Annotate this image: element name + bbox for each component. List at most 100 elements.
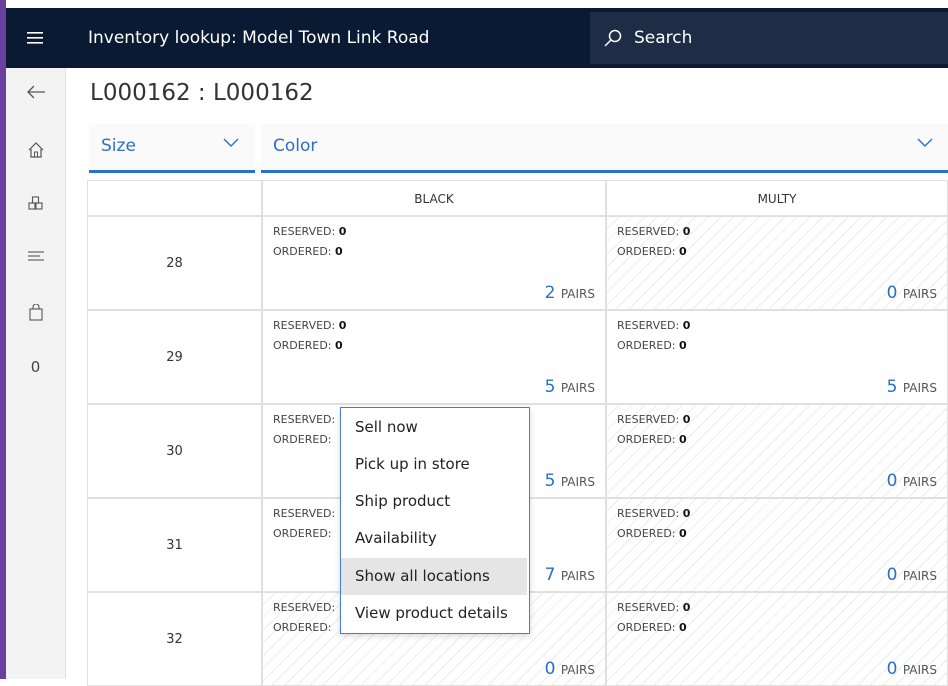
hamburger-icon xyxy=(27,32,43,44)
ordered-value: 0 xyxy=(335,245,343,258)
pairs-unit: PAIRS xyxy=(560,381,595,395)
pairs-value: 0 xyxy=(544,659,556,679)
inventory-cell[interactable]: RESERVED: 0 ORDERED: 0 5 PAIRS xyxy=(606,310,948,404)
back-button[interactable] xyxy=(6,72,65,112)
pairs-count: 5 PAIRS xyxy=(887,377,937,397)
reserved-value: 0 xyxy=(338,225,347,238)
ordered-label: ORDERED: xyxy=(273,433,332,446)
size-cell: 29 xyxy=(87,310,262,404)
reserved-label: RESERVED: xyxy=(617,507,680,520)
ordered-line: ORDERED: xyxy=(273,621,332,634)
context-menu: Sell now Pick up in store Ship product A… xyxy=(340,407,530,634)
menu-item-pick-up-in-store[interactable]: Pick up in store xyxy=(341,446,527,483)
left-nav: 0 xyxy=(6,68,66,679)
size-header[interactable]: Size xyxy=(89,124,255,173)
reserved-value: 0 xyxy=(682,601,691,614)
list-button[interactable] xyxy=(6,236,65,276)
ordered-line: ORDERED: xyxy=(273,527,332,540)
reserved-line: RESERVED: 0 xyxy=(617,225,690,238)
chevron-down-icon xyxy=(917,138,933,147)
pairs-unit: PAIRS xyxy=(902,475,937,489)
pairs-count: 2 PAIRS xyxy=(545,283,595,303)
size-cell: 32 xyxy=(87,592,262,686)
color-header[interactable]: Color xyxy=(261,124,948,173)
ordered-value: 0 xyxy=(335,339,343,352)
reserved-line: RESERVED: xyxy=(273,413,335,426)
ordered-label: ORDERED: xyxy=(617,621,676,634)
corner-cell xyxy=(87,180,262,216)
hamburger-menu-button[interactable] xyxy=(6,8,64,68)
pairs-value: 7 xyxy=(544,565,556,585)
pairs-value: 5 xyxy=(544,377,556,397)
list-icon xyxy=(27,251,44,261)
products-icon xyxy=(27,196,43,210)
reserved-label: RESERVED: xyxy=(617,319,680,332)
ordered-value: 0 xyxy=(679,245,687,258)
size-cell: 30 xyxy=(87,404,262,498)
size-cell: 28 xyxy=(87,216,262,310)
menu-item-view-product-details[interactable]: View product details xyxy=(341,595,527,632)
reserved-value: 0 xyxy=(682,507,691,520)
pairs-count: 0 PAIRS xyxy=(887,565,937,585)
color-header-label: Color xyxy=(273,136,318,156)
size-value: 28 xyxy=(166,255,183,271)
ordered-line: ORDERED: 0 xyxy=(617,433,687,446)
reserved-label: RESERVED: xyxy=(273,225,336,238)
pairs-value: 2 xyxy=(544,283,556,303)
products-button[interactable] xyxy=(6,184,65,224)
pairs-value: 5 xyxy=(886,377,898,397)
search-box[interactable]: Search xyxy=(590,12,948,64)
reserved-label: RESERVED: xyxy=(273,319,336,332)
pairs-unit: PAIRS xyxy=(902,569,937,583)
menu-item-ship-product[interactable]: Ship product xyxy=(341,483,527,520)
page-title: L000162 : L000162 xyxy=(90,80,314,106)
ordered-label: ORDERED: xyxy=(273,527,332,540)
reserved-label: RESERVED: xyxy=(273,413,336,426)
reserved-line: RESERVED: xyxy=(273,507,335,520)
pairs-value: 0 xyxy=(886,283,898,303)
menu-item-sell-now[interactable]: Sell now xyxy=(341,409,527,446)
ordered-value: 0 xyxy=(679,339,687,352)
ordered-line: ORDERED: 0 xyxy=(617,339,687,352)
reserved-value: 0 xyxy=(682,225,691,238)
pairs-unit: PAIRS xyxy=(560,663,595,677)
inventory-cell[interactable]: RESERVED: 0 ORDERED: 0 0 PAIRS xyxy=(606,216,948,310)
inventory-cell[interactable]: RESERVED: 0 ORDERED: 0 0 PAIRS xyxy=(606,592,948,686)
ordered-line: ORDERED: 0 xyxy=(273,339,343,352)
cart-count: 0 xyxy=(30,358,41,376)
home-button[interactable] xyxy=(6,130,65,170)
ordered-label: ORDERED: xyxy=(273,339,332,352)
inventory-cell[interactable]: RESERVED: 0 ORDERED: 0 0 PAIRS xyxy=(606,404,948,498)
pairs-value: 0 xyxy=(886,659,898,679)
ordered-line: ORDERED: 0 xyxy=(617,527,687,540)
home-icon xyxy=(28,142,43,158)
ordered-value: 0 xyxy=(679,527,687,540)
size-value: 32 xyxy=(166,631,183,647)
ordered-line: ORDERED: 0 xyxy=(273,245,343,258)
size-value: 29 xyxy=(166,349,183,365)
ordered-label: ORDERED: xyxy=(273,245,332,258)
pairs-unit: PAIRS xyxy=(560,569,595,583)
inventory-cell[interactable]: RESERVED: 0 ORDERED: 0 5 PAIRS xyxy=(262,310,606,404)
size-header-label: Size xyxy=(101,136,136,156)
reserved-line: RESERVED: 0 xyxy=(273,319,346,332)
pairs-count: 0 PAIRS xyxy=(887,659,937,679)
reserved-label: RESERVED: xyxy=(617,225,680,238)
menu-item-show-all-locations[interactable]: Show all locations xyxy=(341,558,527,595)
ordered-label: ORDERED: xyxy=(617,339,676,352)
inventory-cell[interactable]: RESERVED: 0 ORDERED: 0 2 PAIRS xyxy=(262,216,606,310)
pairs-value: 0 xyxy=(886,471,898,491)
top-bar: Inventory lookup: Model Town Link Road S… xyxy=(6,8,948,68)
inventory-cell[interactable]: RESERVED: 0 ORDERED: 0 0 PAIRS xyxy=(606,498,948,592)
reserved-label: RESERVED: xyxy=(273,601,336,614)
ordered-line: ORDERED: 0 xyxy=(617,621,687,634)
reserved-line: RESERVED: 0 xyxy=(617,319,690,332)
pairs-value: 5 xyxy=(544,471,556,491)
pairs-count: 5 PAIRS xyxy=(545,377,595,397)
app-title: Inventory lookup: Model Town Link Road xyxy=(88,28,430,48)
column-header-black: BLACK xyxy=(262,180,606,216)
menu-item-availability[interactable]: Availability xyxy=(341,520,527,557)
reserved-line: RESERVED: 0 xyxy=(617,507,690,520)
pairs-unit: PAIRS xyxy=(902,663,937,677)
cart-button[interactable] xyxy=(6,292,65,332)
